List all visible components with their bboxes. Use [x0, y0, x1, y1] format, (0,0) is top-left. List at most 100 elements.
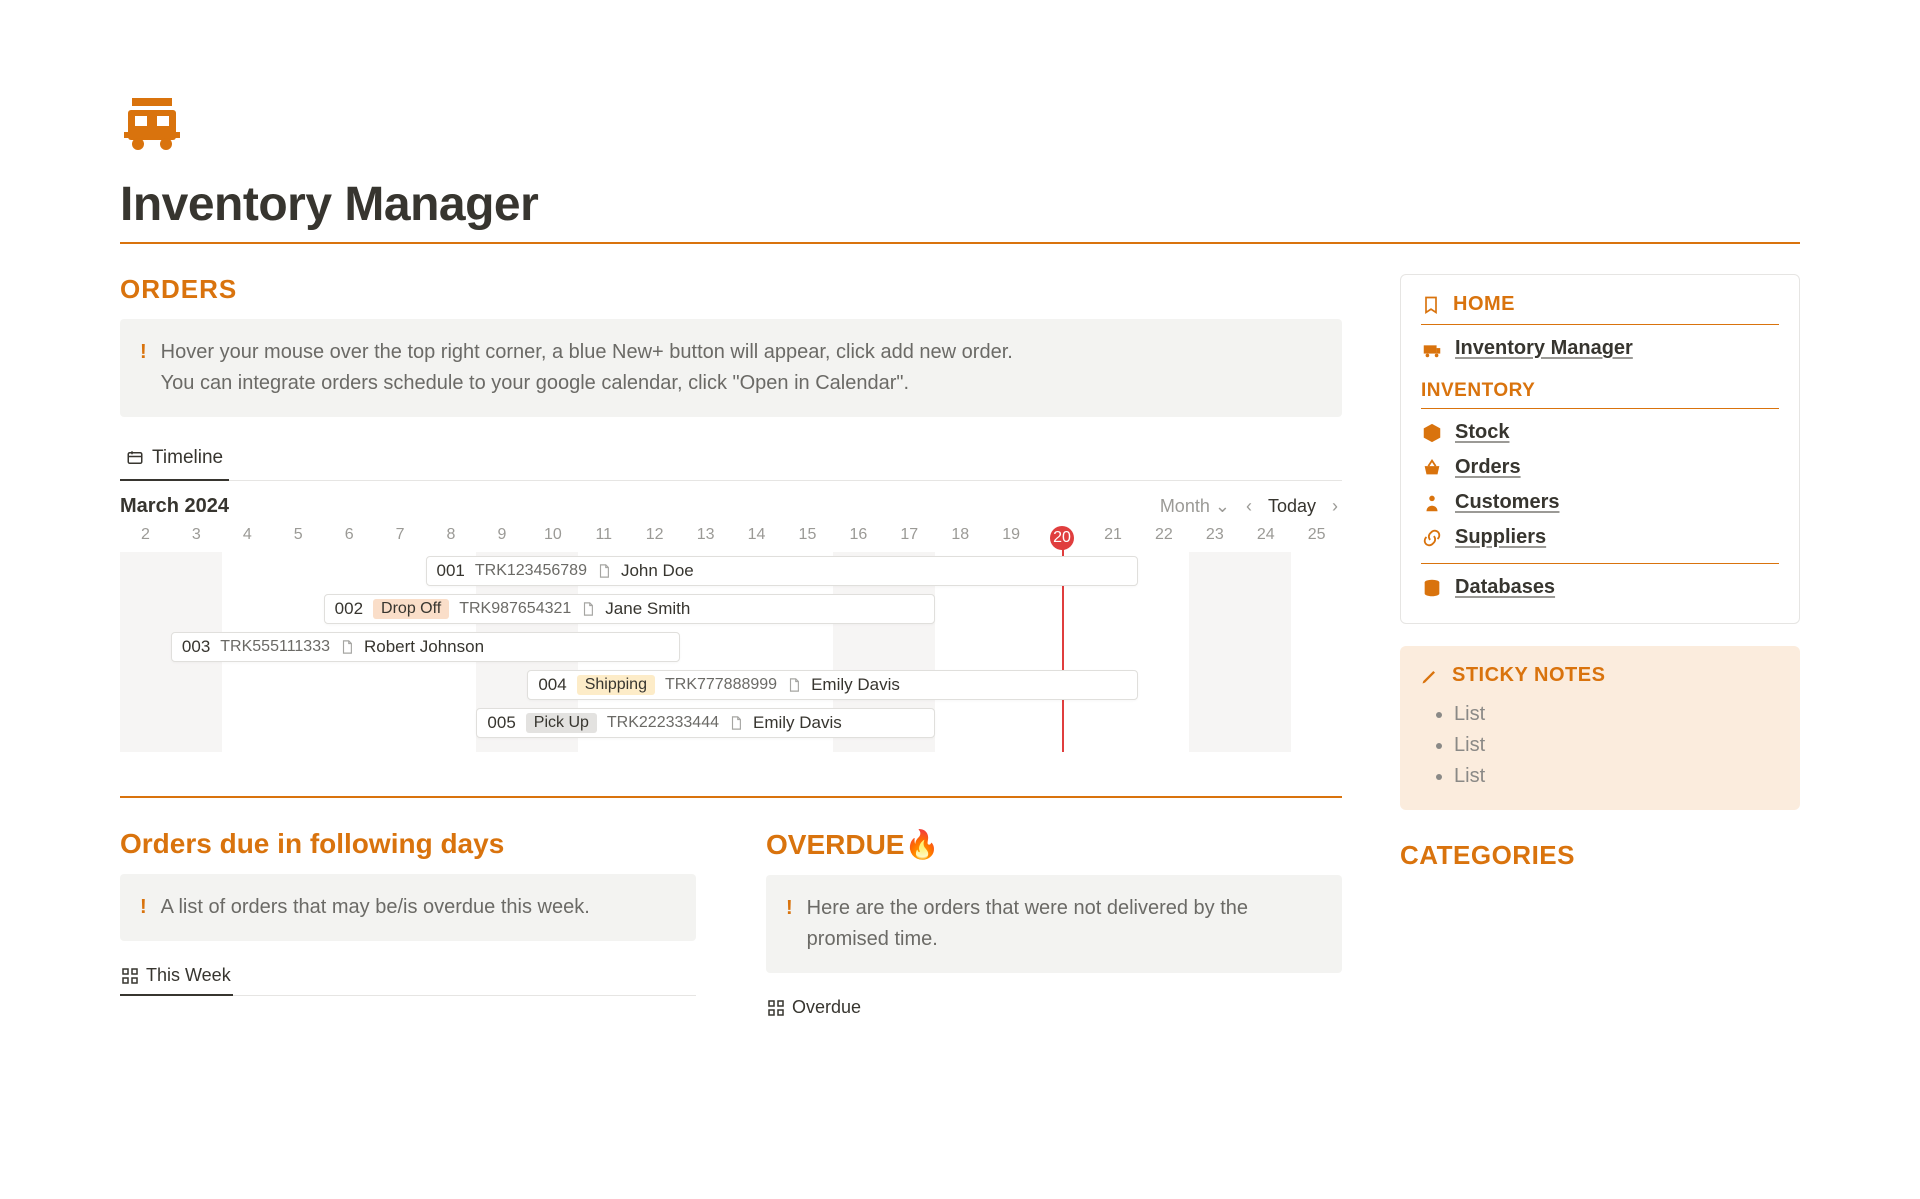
orders-heading: ORDERS	[120, 274, 1342, 305]
orders-due-heading: Orders due in following days	[120, 828, 696, 860]
nav-home-label: HOME	[1453, 293, 1515, 316]
timeline-row: 003 TRK555111333 Robert Johnson	[120, 628, 1342, 666]
sticky-notes-list: ListListList	[1420, 699, 1780, 792]
nav-inventory-label: INVENTORY	[1421, 380, 1779, 402]
timeline-day: 2	[120, 522, 171, 552]
timeline-day: 6	[324, 522, 375, 552]
timeline-day: 3	[171, 522, 222, 552]
order-id: 004	[538, 675, 566, 695]
timeline-day: 17	[884, 522, 935, 552]
categories-heading: CATEGORIES	[1400, 840, 1800, 871]
timeline-order-bar[interactable]: 005 Pick Up TRK222333444 Emily Davis	[476, 708, 934, 738]
grid-icon	[768, 1000, 784, 1016]
timeline-day: 11	[578, 522, 629, 552]
nav-panel: HOME Inventory Manager INVENTORY Stock O…	[1400, 274, 1800, 624]
document-icon	[787, 678, 801, 692]
nav-inventory-manager[interactable]: Inventory Manager	[1421, 331, 1779, 366]
timeline-row: 004 Shipping TRK777888999 Emily Davis	[120, 666, 1342, 704]
timeline-day: 24	[1240, 522, 1291, 552]
exclamation-icon: !	[140, 337, 147, 399]
order-id: 003	[182, 637, 210, 657]
tab-overdue[interactable]: Overdue	[766, 989, 863, 1026]
box-icon	[1421, 422, 1443, 444]
timeline-day: 12	[629, 522, 680, 552]
order-status-tag: Shipping	[577, 675, 655, 695]
customer-name: John Doe	[621, 561, 694, 581]
tracking-number: TRK777888999	[665, 676, 777, 694]
timeline-row: 005 Pick Up TRK222333444 Emily Davis	[120, 704, 1342, 742]
timeline-icon	[126, 449, 144, 467]
timeline-day: 19	[986, 522, 1037, 552]
timeline-today-button[interactable]: Today	[1268, 496, 1316, 517]
exclamation-icon: !	[786, 893, 793, 955]
order-id: 005	[487, 713, 515, 733]
nav-orders[interactable]: Orders	[1421, 450, 1779, 485]
tracking-number: TRK555111333	[220, 638, 330, 656]
tab-this-week[interactable]: This Week	[120, 957, 233, 996]
basket-icon	[1421, 457, 1443, 479]
truck-icon	[120, 90, 184, 154]
timeline-day: 15	[782, 522, 833, 552]
link-icon	[1421, 527, 1443, 549]
sticky-notes-heading: STICKY NOTES	[1452, 664, 1605, 687]
document-icon	[597, 564, 611, 578]
timeline-day: 14	[731, 522, 782, 552]
customer-name: Jane Smith	[605, 599, 690, 619]
timeline-body[interactable]: 001 TRK123456789 John Doe 002 Drop Off TRK987…	[120, 552, 1342, 752]
sticky-note-item[interactable]: List	[1454, 699, 1780, 730]
page-title: Inventory Manager	[120, 177, 1800, 232]
customer-name: Robert Johnson	[364, 637, 484, 657]
timeline-next-button[interactable]: ›	[1328, 496, 1342, 517]
timeline-day: 21	[1088, 522, 1139, 552]
section-divider	[120, 796, 1342, 798]
sticky-notes-panel: STICKY NOTES ListListList	[1400, 646, 1800, 810]
sticky-note-item[interactable]: List	[1454, 761, 1780, 792]
timeline-day: 23	[1189, 522, 1240, 552]
timeline-row: 002 Drop Off TRK987654321 Jane Smith	[120, 590, 1342, 628]
timeline-order-bar[interactable]: 003 TRK555111333 Robert Johnson	[171, 632, 680, 662]
timeline-day: 25	[1291, 522, 1342, 552]
timeline-day: 9	[476, 522, 527, 552]
database-icon	[1421, 577, 1443, 599]
nav-suppliers[interactable]: Suppliers	[1421, 520, 1779, 555]
tab-timeline[interactable]: Timeline	[120, 437, 229, 481]
order-status-tag: Drop Off	[373, 599, 449, 619]
person-icon	[1421, 492, 1443, 514]
timeline-day: 22	[1138, 522, 1189, 552]
tracking-number: TRK123456789	[475, 562, 587, 580]
pen-icon	[1420, 666, 1440, 686]
order-status-tag: Pick Up	[526, 713, 597, 733]
customer-name: Emily Davis	[811, 675, 900, 695]
tracking-number: TRK222333444	[607, 714, 719, 732]
timeline-day: 7	[375, 522, 426, 552]
nav-customers[interactable]: Customers	[1421, 485, 1779, 520]
document-icon	[729, 716, 743, 730]
timeline-order-bar[interactable]: 004 Shipping TRK777888999 Emily Davis	[527, 670, 1138, 700]
nav-stock[interactable]: Stock	[1421, 415, 1779, 450]
sticky-note-item[interactable]: List	[1454, 730, 1780, 761]
chevron-down-icon: ⌄	[1215, 496, 1230, 516]
timeline-prev-button[interactable]: ‹	[1242, 496, 1256, 517]
timeline-order-bar[interactable]: 001 TRK123456789 John Doe	[426, 556, 1139, 586]
timeline-month-label: March 2024	[120, 495, 229, 518]
timeline-day-scale: 2345678910111213141516171819202122232425	[120, 522, 1342, 552]
orders-due-callout: ! A list of orders that may be/is overdu…	[120, 874, 696, 941]
customer-name: Emily Davis	[753, 713, 842, 733]
timeline-day: 13	[680, 522, 731, 552]
nav-databases[interactable]: Databases	[1421, 570, 1779, 605]
timeline-day: 8	[426, 522, 477, 552]
timeline-day: 5	[273, 522, 324, 552]
truck-small-icon	[1421, 338, 1443, 360]
timeline-scale-select[interactable]: Month ⌄	[1160, 496, 1230, 517]
timeline-order-bar[interactable]: 002 Drop Off TRK987654321 Jane Smith	[324, 594, 935, 624]
timeline-day: 18	[935, 522, 986, 552]
bookmark-icon	[1421, 295, 1441, 315]
timeline-row: 001 TRK123456789 John Doe	[120, 552, 1342, 590]
order-id: 001	[437, 561, 465, 581]
title-divider	[120, 242, 1800, 244]
tracking-number: TRK987654321	[459, 600, 571, 618]
orders-callout: ! Hover your mouse over the top right co…	[120, 319, 1342, 417]
timeline-day: 4	[222, 522, 273, 552]
order-id: 002	[335, 599, 363, 619]
overdue-heading: OVERDUE🔥	[766, 828, 1342, 861]
